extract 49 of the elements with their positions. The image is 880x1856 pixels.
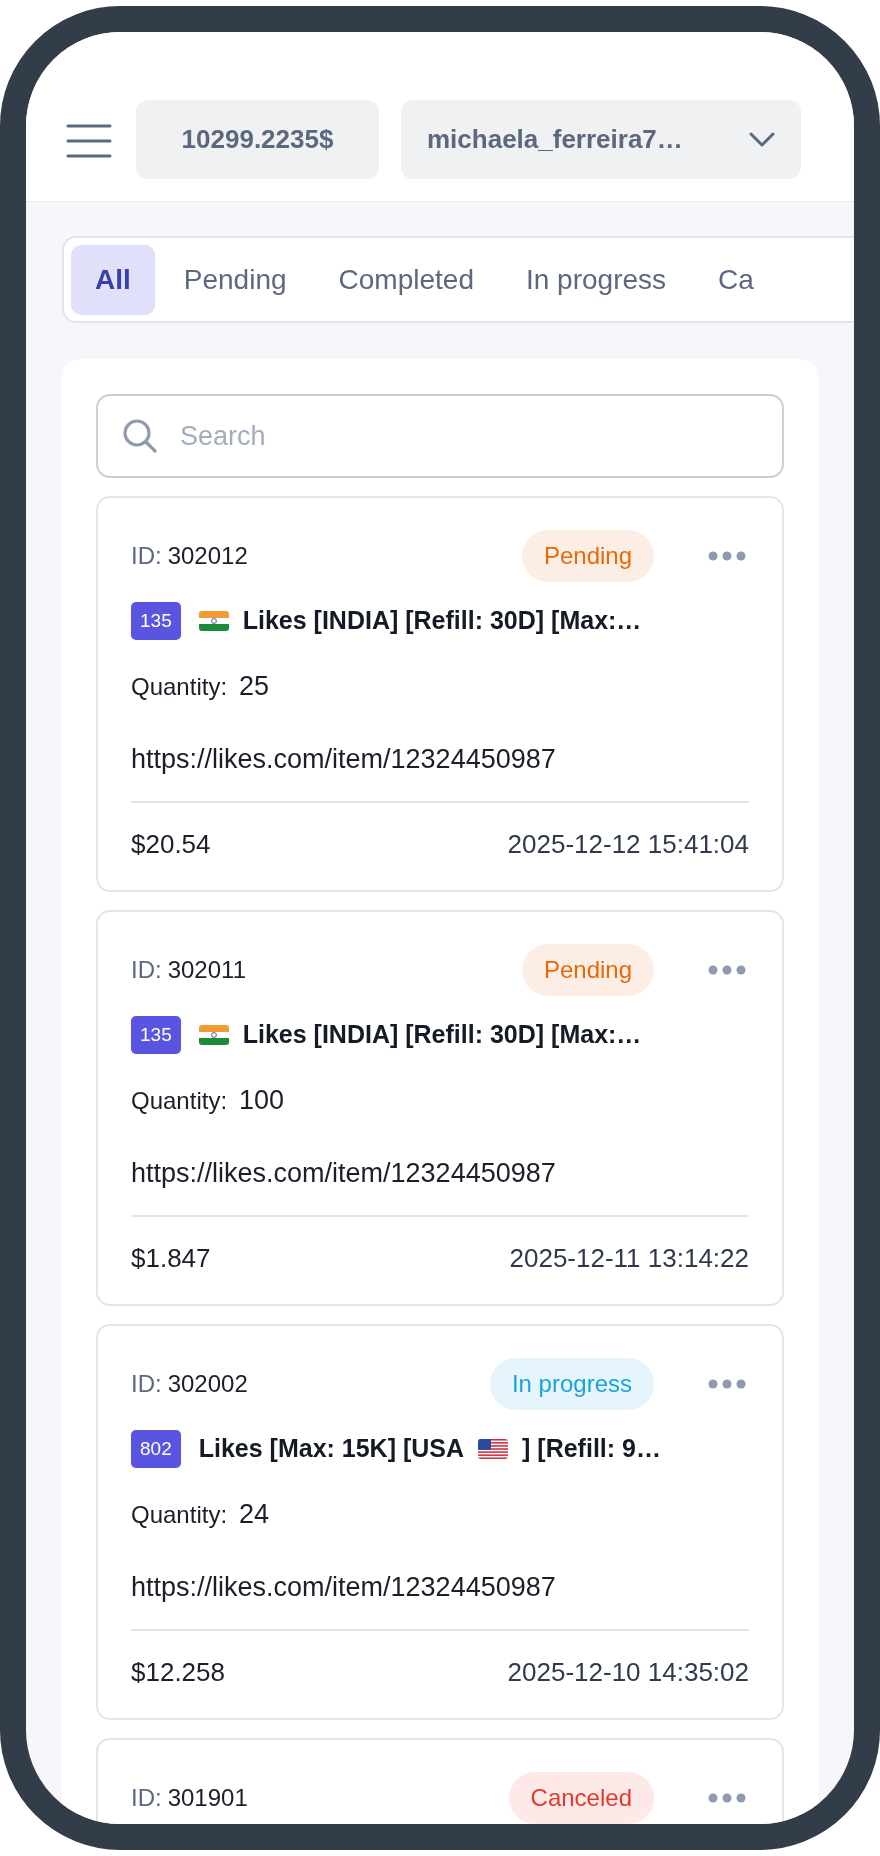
filter-tab[interactable]: Completed (315, 244, 497, 315)
account-dropdown[interactable]: michaela_ferreira7… (401, 100, 801, 179)
quantity-value: 25 (239, 670, 270, 703)
quantity-value: 100 (239, 1084, 285, 1117)
filter-tab[interactable]: In progress (502, 244, 690, 315)
id-label: ID: (131, 541, 162, 571)
filter-tab[interactable]: Ca (695, 244, 777, 315)
order-id: 302012 (167, 541, 248, 571)
order-id: 302002 (167, 1369, 248, 1399)
order-price: $20.54 (131, 828, 211, 861)
filter-tab[interactable]: Pending (160, 244, 310, 315)
status-badge: Pending (521, 530, 654, 582)
order-price: $12.258 (131, 1656, 225, 1689)
flag-icon (198, 1025, 229, 1045)
order-id: 301901 (167, 1783, 248, 1813)
flag-icon (198, 611, 229, 631)
search-icon (122, 418, 158, 454)
id-label: ID: (131, 955, 162, 985)
status-badge: Pending (521, 944, 654, 996)
id-label: ID: (131, 1369, 162, 1399)
service-id-tag: 135 (131, 1016, 181, 1054)
status-badge: Canceled (508, 1772, 654, 1824)
service-title: Likes [Max: 15K] [USA (198, 1433, 465, 1465)
service-title: Likes [INDIA] [Refill: 30D] [Max:… (242, 1019, 642, 1051)
order-price: $1.847 (131, 1242, 211, 1275)
more-options-icon[interactable] (708, 965, 746, 975)
more-options-icon[interactable] (708, 551, 746, 561)
search-field[interactable]: Search (96, 394, 784, 478)
quantity-value: 24 (239, 1498, 270, 1531)
balance-chip: 10299.2235$ (136, 100, 379, 179)
service-id-tag: 135 (131, 602, 181, 640)
more-options-icon[interactable] (708, 1379, 746, 1389)
quantity-label: Quantity: (131, 1500, 228, 1530)
order-date: 2025-12-10 14:35:02 (507, 1656, 749, 1689)
service-title: ] [Refill: 9… (522, 1433, 661, 1465)
menu-icon[interactable] (66, 123, 112, 159)
order-id: 302011 (167, 955, 246, 985)
filter-tab[interactable]: All (71, 244, 155, 315)
status-badge: In progress (489, 1358, 654, 1410)
quantity-label: Quantity: (131, 1086, 228, 1116)
order-date: 2025-12-11 13:14:22 (509, 1242, 749, 1275)
service-title: Likes [INDIA] [Refill: 30D] [Max:… (242, 605, 642, 637)
more-options-icon[interactable] (708, 1793, 746, 1803)
id-label: ID: (131, 1783, 162, 1813)
quantity-label: Quantity: (131, 672, 228, 702)
order-date: 2025-12-12 15:41:04 (507, 828, 749, 861)
service-id-tag: 802 (131, 1430, 181, 1468)
flag-icon (478, 1439, 509, 1459)
chevron-down-icon (749, 131, 775, 148)
